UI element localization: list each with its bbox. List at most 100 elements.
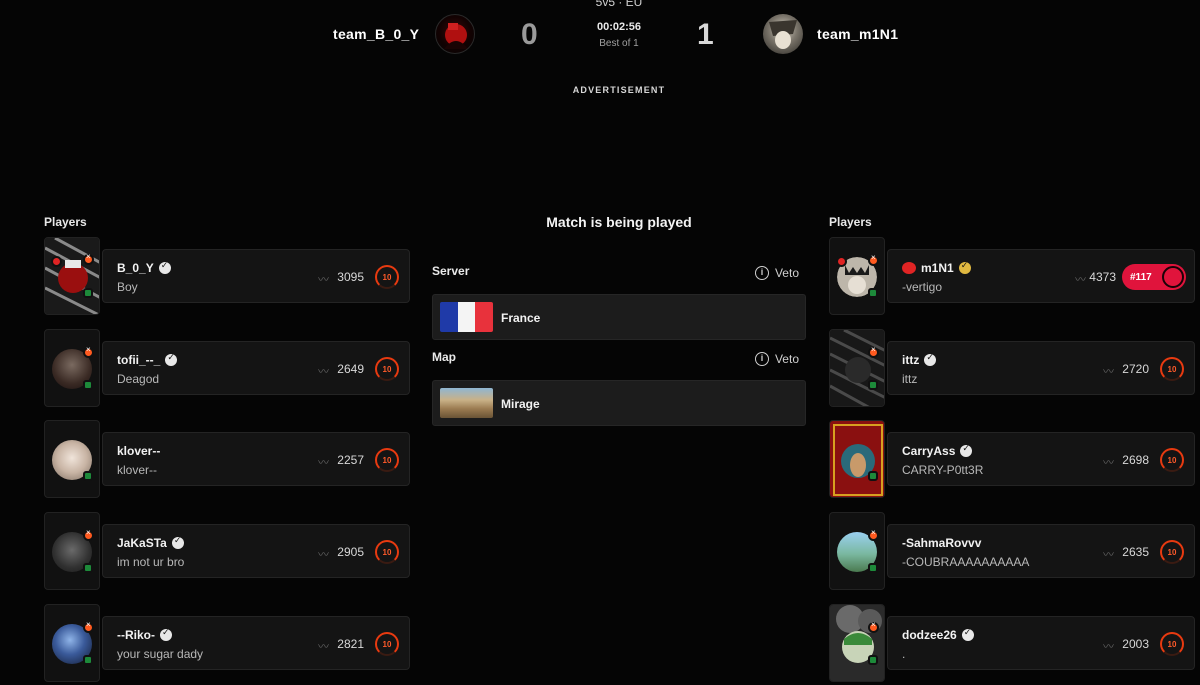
player-name[interactable]: m1N1 <box>921 261 954 275</box>
trend-icon: 〰 <box>1103 549 1114 561</box>
player-name-wrap: --Riko- <box>117 627 172 642</box>
level-icon: 10 <box>375 540 399 564</box>
player-elo: 2720 <box>1122 362 1149 376</box>
avatar[interactable] <box>44 604 100 682</box>
player-name[interactable]: klover-- <box>117 444 160 458</box>
map-choice[interactable]: Mirage <box>432 380 806 426</box>
avatar[interactable] <box>44 329 100 407</box>
server-veto-button[interactable]: i Veto <box>754 266 799 280</box>
player-name[interactable]: dodzee26 <box>902 628 957 642</box>
player-name[interactable]: ittz <box>902 353 919 367</box>
level-icon: 10 <box>375 632 399 656</box>
player-card[interactable]: ittz ittz 〰 2720 10 <box>887 341 1195 395</box>
player-card[interactable]: dodzee26 . 〰 2003 10 <box>887 616 1195 670</box>
player-elo: 2905 <box>337 545 364 559</box>
server-choice[interactable]: France <box>432 294 806 340</box>
player-card[interactable]: tofii_--_ Deagod 〰 2649 10 <box>102 341 410 395</box>
avatar[interactable] <box>44 237 100 315</box>
trend-icon: 〰 <box>318 457 329 469</box>
verified-icon <box>165 352 178 366</box>
level-icon: 10 <box>1160 540 1184 564</box>
verified-icon <box>171 535 184 549</box>
player-card[interactable]: CarryAss CARRY-P0tt3R 〰 2698 10 <box>887 432 1195 486</box>
player-elo: 2635 <box>1122 545 1149 559</box>
avatar[interactable] <box>829 512 885 590</box>
player-name[interactable]: tofii_--_ <box>117 353 160 367</box>
verified-icon <box>158 260 171 274</box>
player-name-wrap: klover-- <box>117 444 160 458</box>
player-card[interactable]: B_0_Y Boy 〰 3095 10 <box>102 249 410 303</box>
level-icon: 10 <box>1160 357 1184 381</box>
advertisement-label: ADVERTISEMENT <box>572 85 666 95</box>
player-status: . <box>902 647 906 661</box>
avatar[interactable] <box>44 420 100 498</box>
status-badge-icon <box>83 345 94 358</box>
player-card[interactable]: JaKaSTa im not ur bro 〰 2905 10 <box>102 524 410 578</box>
match-timer: 00:02:56 <box>596 21 642 33</box>
status-badge-icon <box>868 345 879 358</box>
player-card[interactable]: -SahmaRovvv -COUBRAAAAAAAAAA 〰 2635 10 <box>887 524 1195 578</box>
veto-label: Veto <box>774 266 799 280</box>
level-icon: 10 <box>1160 448 1184 472</box>
player-card[interactable]: m1N1 -vertigo 〰 4373 #117 <box>887 249 1195 303</box>
status-badge-icon <box>868 620 879 633</box>
avatar-image <box>830 605 884 681</box>
avatar-image <box>45 238 99 314</box>
player-name[interactable]: B_0_Y <box>117 261 154 275</box>
avatar[interactable] <box>44 512 100 590</box>
player-row[interactable]: klover-- klover-- 〰 2257 10 <box>44 420 410 498</box>
player-name-wrap: m1N1 <box>902 260 971 275</box>
player-row[interactable]: dodzee26 . 〰 2003 10 <box>829 604 1195 682</box>
info-icon: i <box>754 266 769 280</box>
veto-label: Veto <box>774 352 799 366</box>
avatar-image <box>830 330 884 406</box>
avatar[interactable] <box>829 237 885 315</box>
player-row[interactable]: -SahmaRovvv -COUBRAAAAAAAAAA 〰 2635 10 <box>829 512 1195 590</box>
player-name[interactable]: JaKaSTa <box>117 536 167 550</box>
avatar[interactable] <box>829 604 885 682</box>
live-badge-icon <box>51 256 62 267</box>
gauge-icon <box>1162 266 1184 288</box>
status-badge-icon <box>83 528 94 541</box>
status-badge-icon <box>83 252 94 265</box>
level-icon: 10 <box>375 357 399 381</box>
info-icon: i <box>754 352 769 366</box>
avatar[interactable] <box>829 329 885 407</box>
player-name-wrap: JaKaSTa <box>117 535 184 550</box>
trend-icon: 〰 <box>318 641 329 653</box>
player-card[interactable]: --Riko- your sugar dady 〰 2821 10 <box>102 616 410 670</box>
player-row[interactable]: JaKaSTa im not ur bro 〰 2905 10 <box>44 512 410 590</box>
shield-icon <box>868 563 878 573</box>
team1-logo[interactable] <box>435 14 475 54</box>
team1-score: 0 <box>521 18 538 51</box>
team2-players-title: Players <box>829 215 872 229</box>
player-row[interactable]: ittz ittz 〰 2720 10 <box>829 329 1195 407</box>
player-row[interactable]: --Riko- your sugar dady 〰 2821 10 <box>44 604 410 682</box>
map-veto-button[interactable]: i Veto <box>754 352 799 366</box>
player-status: Boy <box>117 280 138 294</box>
team2-logo[interactable] <box>763 14 803 54</box>
shield-icon <box>83 563 93 573</box>
team2-name[interactable]: team_m1N1 <box>817 26 898 42</box>
map-thumbnail <box>440 388 493 418</box>
player-row[interactable]: tofii_--_ Deagod 〰 2649 10 <box>44 329 410 407</box>
player-name[interactable]: --Riko- <box>117 628 155 642</box>
player-row[interactable]: CarryAss CARRY-P0tt3R 〰 2698 10 <box>829 420 1195 498</box>
shield-icon <box>868 380 878 390</box>
shield-icon <box>83 380 93 390</box>
avatar[interactable] <box>829 420 885 498</box>
player-name[interactable]: -SahmaRovvv <box>902 536 981 550</box>
player-status: klover-- <box>117 463 158 477</box>
player-name-wrap: CarryAss <box>902 443 973 458</box>
player-name[interactable]: CarryAss <box>902 444 955 458</box>
player-card[interactable]: klover-- klover-- 〰 2257 10 <box>102 432 410 486</box>
trend-icon: 〰 <box>1103 641 1114 653</box>
verified-icon <box>924 352 937 366</box>
player-row[interactable]: B_0_Y Boy 〰 3095 10 <box>44 237 410 315</box>
team1-name[interactable]: team_B_0_Y <box>333 26 419 42</box>
player-status: -vertigo <box>902 280 943 294</box>
shield-icon <box>83 655 93 665</box>
player-row[interactable]: m1N1 -vertigo 〰 4373 #117 <box>829 237 1195 315</box>
player-status: CARRY-P0tt3R <box>902 463 984 477</box>
shield-icon <box>868 288 878 298</box>
